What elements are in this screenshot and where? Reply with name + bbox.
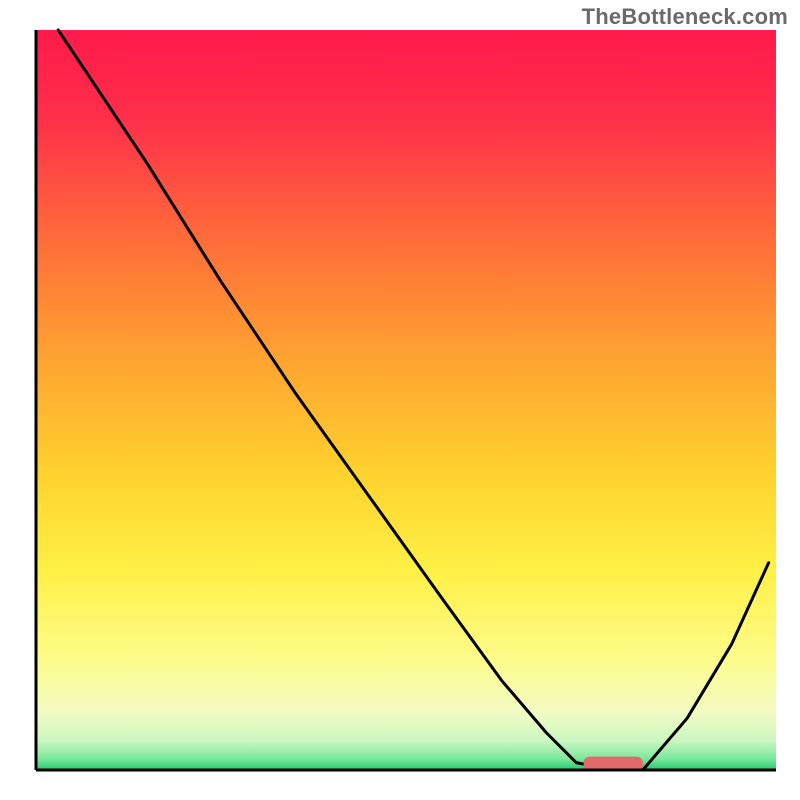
bottleneck-chart	[0, 0, 800, 800]
plot-background	[36, 30, 776, 770]
watermark-text: TheBottleneck.com	[582, 4, 788, 30]
chart-container: TheBottleneck.com	[0, 0, 800, 800]
